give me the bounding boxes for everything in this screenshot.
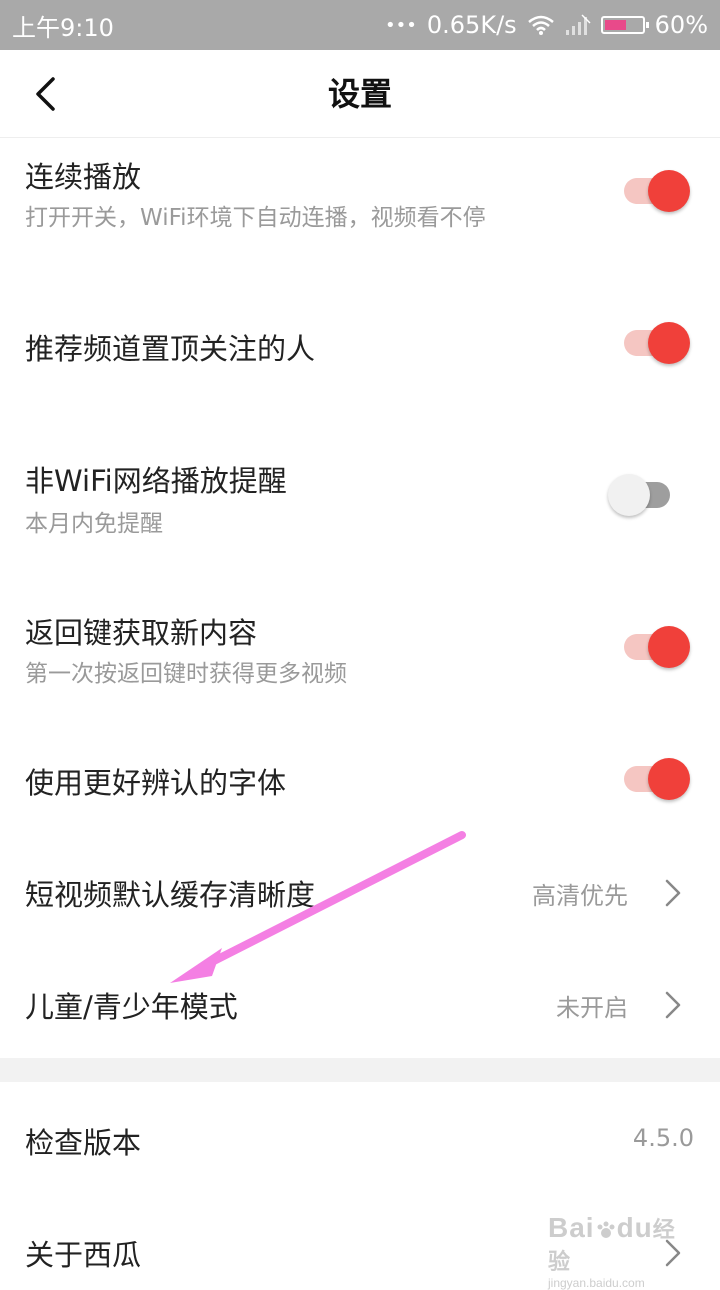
setting-back-key: 返回键获取新内容 第一次按返回键时获得更多视频	[0, 598, 720, 698]
better-font-toggle[interactable]	[620, 754, 690, 804]
setting-youth-mode[interactable]: 儿童/青少年模式 未开启	[0, 962, 720, 1046]
setting-autoplay-subtitle: 打开开关，WiFi环境下自动连播，视频看不停	[25, 205, 486, 231]
setting-pin-followed-title: 推荐频道置顶关注的人	[25, 332, 316, 366]
pin-followed-toggle[interactable]	[620, 318, 690, 368]
setting-non-wifi-subtitle: 本月内免提醒	[25, 511, 163, 537]
setting-back-key-title: 返回键获取新内容	[25, 616, 258, 650]
battery-icon	[600, 16, 649, 34]
network-speed: 0.65K/s	[426, 11, 517, 39]
setting-check-version-title: 检查版本	[25, 1126, 142, 1160]
setting-non-wifi-reminder: 非WiFi网络播放提醒 本月内免提醒	[0, 446, 720, 546]
setting-back-key-subtitle: 第一次按返回键时获得更多视频	[25, 661, 347, 687]
setting-check-version[interactable]: 检查版本 4.5.0	[0, 1100, 720, 1180]
chevron-right-icon	[665, 991, 681, 1019]
setting-non-wifi-title: 非WiFi网络播放提醒	[25, 464, 287, 498]
setting-better-font: 使用更好辨认的字体	[0, 740, 720, 820]
back-key-toggle[interactable]	[620, 622, 690, 672]
watermark-brand2: du	[616, 1212, 653, 1243]
status-right: ••• 0.65K/s 60%	[385, 11, 708, 39]
setting-youth-mode-title: 儿童/青少年模式	[25, 990, 238, 1024]
paw-icon	[597, 1221, 615, 1238]
setting-cache-quality[interactable]: 短视频默认缓存清晰度 高清优先	[0, 850, 720, 934]
setting-cache-quality-title: 短视频默认缓存清晰度	[25, 878, 316, 912]
status-dots: •••	[385, 14, 417, 36]
non-wifi-toggle[interactable]	[608, 470, 678, 520]
setting-autoplay: 连续播放 打开开关，WiFi环境下自动连播，视频看不停	[0, 140, 720, 280]
autoplay-toggle[interactable]	[620, 166, 690, 216]
status-bar: 上午9:10 ••• 0.65K/s 60%	[0, 0, 720, 50]
wifi-icon	[527, 15, 554, 35]
setting-better-font-title: 使用更好辨认的字体	[25, 766, 287, 800]
status-time: 上午9:10	[12, 13, 114, 42]
setting-youth-mode-value: 未开启	[556, 994, 628, 1022]
setting-version-value: 4.5.0	[632, 1124, 694, 1152]
setting-autoplay-title: 连续播放	[25, 160, 142, 194]
setting-about-title: 关于西瓜	[25, 1238, 142, 1272]
nav-bar: 设置	[0, 50, 720, 138]
page-title: 设置	[327, 75, 392, 113]
watermark-url: jingyan.baidu.com	[548, 1276, 645, 1290]
signal-icon	[565, 14, 591, 35]
setting-pin-followed: 推荐频道置顶关注的人	[0, 300, 720, 390]
watermark-brand: Bai	[548, 1212, 595, 1243]
section-divider	[0, 1058, 720, 1082]
baidu-jingyan-watermark: Bai du经验 jingyan.baidu.com	[548, 1212, 698, 1290]
chevron-right-icon	[665, 879, 681, 907]
battery-percent: 60%	[654, 11, 708, 39]
setting-cache-quality-value: 高清优先	[532, 882, 628, 910]
